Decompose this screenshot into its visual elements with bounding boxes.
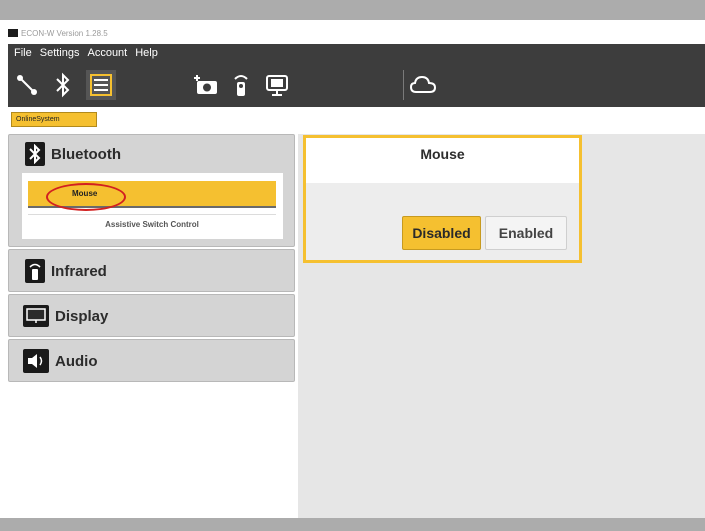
link-icon[interactable]: [12, 70, 42, 100]
sidebar-item-audio[interactable]: Audio: [23, 347, 98, 375]
bottom-border-band: [0, 518, 705, 531]
sidebar-item-label: Bluetooth: [51, 145, 121, 163]
speaker-icon: [23, 349, 49, 373]
submenu-item-assistive-switch-control[interactable]: Assistive Switch Control: [28, 214, 276, 233]
enabled-button[interactable]: Enabled: [485, 216, 567, 250]
toolbar: [8, 62, 705, 107]
cloud-icon[interactable]: [408, 70, 438, 100]
menu-bar: File Settings Account Help: [8, 44, 705, 62]
top-border-band: [0, 0, 705, 20]
display-icon[interactable]: [262, 70, 292, 100]
disabled-button[interactable]: Disabled: [402, 216, 481, 250]
sidebar-item-label: Audio: [55, 352, 98, 370]
tab-bar: [8, 107, 705, 133]
menu-settings[interactable]: Settings: [40, 47, 80, 59]
sidebar-item-display[interactable]: Display: [23, 302, 108, 330]
display-icon: [23, 305, 49, 327]
toolbar-separator: [403, 70, 404, 100]
bluetooth-submenu: Mouse Assistive Switch Control: [22, 173, 283, 239]
sidebar-section-audio: Audio: [8, 339, 295, 382]
sidebar-item-bluetooth[interactable]: Bluetooth: [25, 140, 121, 168]
sidebar-section-infrared: Infrared: [8, 249, 295, 292]
sidebar-section-bluetooth: Bluetooth Mouse Assistive Switch Control: [8, 134, 295, 247]
window-titlebar: ECON-W Version 1.28.5: [8, 26, 705, 40]
submenu-item-mouse[interactable]: Mouse: [28, 181, 276, 208]
bluetooth-icon: [25, 142, 45, 166]
camera-add-icon[interactable]: [192, 70, 222, 100]
remote-icon: [25, 259, 45, 283]
sidebar-item-label: Infrared: [51, 262, 107, 280]
tab-online-system[interactable]: OnlineSystem: [11, 112, 97, 127]
bluetooth-icon[interactable]: [48, 70, 78, 100]
menu-account[interactable]: Account: [87, 47, 127, 59]
sidebar-item-label: Display: [55, 307, 109, 325]
app-icon: [8, 29, 18, 37]
mouse-settings-card: Mouse Disabled Enabled: [303, 135, 582, 263]
sidebar-item-infrared[interactable]: Infrared: [25, 257, 107, 285]
window-title: ECON-W Version 1.28.5: [21, 28, 108, 38]
card-title: Mouse: [306, 138, 579, 183]
sidebar-section-display: Display: [8, 294, 295, 337]
menu-file[interactable]: File: [14, 47, 32, 59]
menu-help[interactable]: Help: [135, 47, 158, 59]
list-icon[interactable]: [86, 70, 116, 100]
remote-icon[interactable]: [226, 70, 256, 100]
